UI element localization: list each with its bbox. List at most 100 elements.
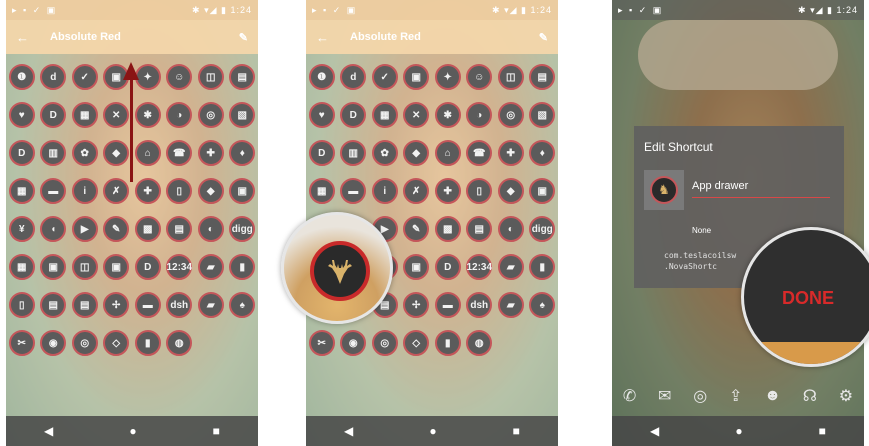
app-icon[interactable]: ▦ xyxy=(71,102,98,128)
app-icon[interactable]: ☎ xyxy=(466,140,493,166)
headphones-icon[interactable]: ☊ xyxy=(803,386,817,406)
app-icon[interactable]: ✗ xyxy=(103,178,130,204)
app-icon[interactable]: ✗ xyxy=(403,178,430,204)
app-icon[interactable]: ♥ xyxy=(308,102,335,128)
app-icon[interactable]: ▤ xyxy=(71,292,98,318)
app-icon[interactable]: ▶ xyxy=(71,216,98,242)
app-icon[interactable]: ❶ xyxy=(308,64,335,90)
app-icon[interactable]: ▰ xyxy=(197,292,224,318)
app-icon[interactable]: ▩ xyxy=(134,216,161,242)
app-icon[interactable]: ♠ xyxy=(529,292,556,318)
done-button[interactable]: DONE xyxy=(782,288,834,309)
app-icon[interactable]: ✕ xyxy=(103,102,130,128)
app-icon[interactable]: ▮ xyxy=(434,330,461,356)
app-icon[interactable]: ♠ xyxy=(229,292,256,318)
app-icon[interactable]: ▰ xyxy=(497,254,524,280)
nav-back-icon[interactable]: ◀ xyxy=(344,424,353,438)
app-icon[interactable]: ◆ xyxy=(497,178,524,204)
shortcut-name-field[interactable]: App drawer xyxy=(692,180,830,198)
app-icon[interactable]: ▯ xyxy=(8,292,35,318)
app-icon[interactable]: dsh xyxy=(466,292,493,318)
nav-home-icon[interactable]: ● xyxy=(429,424,436,438)
deer-app-icon[interactable] xyxy=(310,241,370,301)
app-icon[interactable]: i xyxy=(71,178,98,204)
app-icon[interactable]: ◍ xyxy=(166,330,193,356)
nav-back-icon[interactable]: ◀ xyxy=(650,424,659,438)
app-icon[interactable]: ✢ xyxy=(403,292,430,318)
app-icon[interactable]: ♥ xyxy=(8,102,35,128)
app-icon[interactable]: ✱ xyxy=(434,102,461,128)
swipe-action-value[interactable]: None xyxy=(692,226,711,235)
app-icon[interactable]: ▤ xyxy=(466,216,493,242)
app-icon[interactable]: ◆ xyxy=(197,178,224,204)
chrome-icon[interactable]: ◎ xyxy=(693,386,707,406)
app-icon[interactable]: ◇ xyxy=(103,330,130,356)
app-icon[interactable]: ◐ xyxy=(497,216,524,242)
app-icon[interactable]: ▬ xyxy=(434,292,461,318)
back-arrow-icon[interactable]: ← xyxy=(16,30,32,45)
app-icon[interactable]: ▯ xyxy=(166,178,193,204)
nav-recent-icon[interactable]: ■ xyxy=(513,424,520,438)
app-icon[interactable]: ◐ xyxy=(197,216,224,242)
app-icon[interactable]: d xyxy=(340,64,367,90)
app-icon[interactable]: ▧ xyxy=(229,102,256,128)
app-icon[interactable]: digg xyxy=(529,216,556,242)
app-icon[interactable]: 12:34 xyxy=(166,254,193,280)
nav-recent-icon[interactable]: ■ xyxy=(213,424,220,438)
app-icon[interactable]: ▤ xyxy=(166,216,193,242)
shortcut-icon-button[interactable]: ♞ xyxy=(644,170,684,210)
app-icon[interactable]: ▮ xyxy=(529,254,556,280)
nav-home-icon[interactable]: ● xyxy=(735,424,742,438)
app-icon[interactable]: ⌂ xyxy=(434,140,461,166)
app-icon[interactable]: ▣ xyxy=(103,254,130,280)
app-icon[interactable]: ◎ xyxy=(497,102,524,128)
app-icon[interactable]: ▦ xyxy=(371,102,398,128)
app-icon[interactable]: ☎ xyxy=(166,140,193,166)
app-icon[interactable]: ▥ xyxy=(40,140,67,166)
app-icon[interactable]: ◖ xyxy=(40,216,67,242)
app-icon[interactable]: ▦ xyxy=(8,178,35,204)
app-icon[interactable]: ▦ xyxy=(308,178,335,204)
app-icon[interactable]: ☺ xyxy=(166,64,193,90)
app-icon[interactable]: ▦ xyxy=(8,254,35,280)
app-icon[interactable]: ▬ xyxy=(134,292,161,318)
app-icon[interactable]: ▣ xyxy=(40,254,67,280)
app-icon[interactable]: ▤ xyxy=(529,64,556,90)
app-icon[interactable]: ❶ xyxy=(8,64,35,90)
settings-icon[interactable]: ⚙ xyxy=(839,386,853,406)
app-icon[interactable]: ◎ xyxy=(197,102,224,128)
app-icon[interactable]: ◆ xyxy=(103,140,130,166)
app-icon[interactable]: ▩ xyxy=(434,216,461,242)
app-icon[interactable]: ▤ xyxy=(40,292,67,318)
app-icon[interactable]: ▣ xyxy=(529,178,556,204)
app-icon[interactable]: ⌂ xyxy=(134,140,161,166)
app-icon[interactable]: ✱ xyxy=(134,102,161,128)
app-icon[interactable]: ✿ xyxy=(71,140,98,166)
app-icon[interactable]: ✓ xyxy=(371,64,398,90)
app-icon[interactable]: d xyxy=(40,64,67,90)
app-icon[interactable]: D xyxy=(434,254,461,280)
app-icon[interactable]: ▥ xyxy=(340,140,367,166)
app-drawer-icon[interactable]: ⇪ xyxy=(729,386,742,406)
phone-icon[interactable]: ✆ xyxy=(623,386,636,406)
app-icon[interactable]: ✚ xyxy=(134,178,161,204)
android-icon[interactable]: ☻ xyxy=(764,387,781,405)
app-icon[interactable]: D xyxy=(8,140,35,166)
app-icon[interactable]: D xyxy=(134,254,161,280)
nav-back-icon[interactable]: ◀ xyxy=(44,424,53,438)
app-icon[interactable]: ▣ xyxy=(229,178,256,204)
app-icon[interactable]: ▯ xyxy=(466,178,493,204)
app-icon[interactable]: ✚ xyxy=(497,140,524,166)
app-icon[interactable]: ◫ xyxy=(497,64,524,90)
app-icon[interactable]: ▬ xyxy=(40,178,67,204)
app-icon[interactable]: ✎ xyxy=(403,216,430,242)
app-icon[interactable]: ◎ xyxy=(371,330,398,356)
nav-recent-icon[interactable]: ■ xyxy=(819,424,826,438)
back-arrow-icon[interactable]: ← xyxy=(316,30,332,45)
app-icon[interactable]: ◍ xyxy=(466,330,493,356)
app-icon[interactable]: D xyxy=(40,102,67,128)
app-icon[interactable]: ◇ xyxy=(403,330,430,356)
app-icon[interactable]: ◉ xyxy=(40,330,67,356)
app-icon[interactable]: ▮ xyxy=(229,254,256,280)
app-icon[interactable]: ◫ xyxy=(71,254,98,280)
